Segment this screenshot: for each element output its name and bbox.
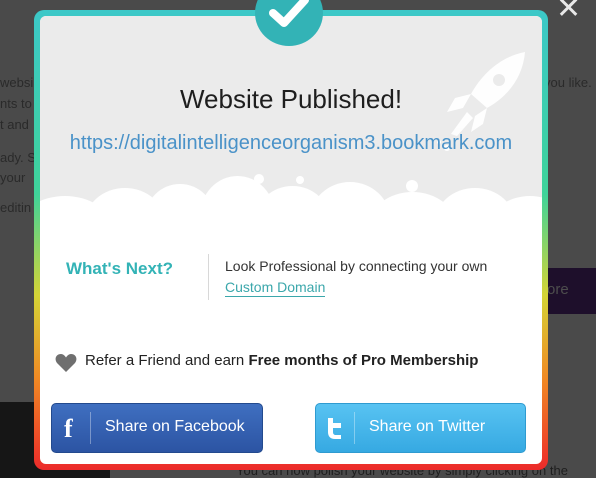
background-text: nts to (0, 96, 32, 111)
background-text: t and (0, 117, 29, 132)
refer-highlight: Free months of Pro Membership (248, 352, 479, 369)
share-facebook-label: Share on Facebook (105, 418, 245, 435)
modal-title: Website Published! (179, 84, 403, 114)
button-separator (90, 412, 91, 444)
facebook-icon: f (64, 414, 73, 443)
divider (208, 254, 209, 300)
check-icon (269, 0, 309, 27)
heart-icon (55, 354, 77, 372)
twitter-icon (316, 404, 354, 452)
custom-domain-link[interactable]: Custom Domain (225, 279, 326, 297)
publish-modal: Website Published! https://digitalintell… (40, 16, 542, 464)
whats-next-heading: What's Next? (66, 259, 173, 278)
cloud (296, 176, 304, 184)
published-url[interactable]: https://digitalintelligenceorganism3.boo… (56, 129, 526, 158)
background-button: ore (545, 268, 596, 314)
share-twitter-button[interactable]: Share on Twitter (315, 403, 526, 453)
background-text: ady. S (0, 150, 36, 165)
cloud (254, 174, 264, 184)
background-button-label: ore (547, 281, 569, 298)
background-text: you like. (544, 75, 592, 90)
share-facebook-button[interactable]: f Share on Facebook (51, 403, 263, 453)
close-icon[interactable]: ✕ (556, 0, 581, 24)
background-text: your (0, 170, 26, 185)
refer-prefix: Refer a Friend and earn (85, 352, 249, 369)
refer-friend-text: Refer a Friend and earn Free months of P… (85, 352, 478, 369)
button-separator (354, 412, 355, 444)
modal-header-area (40, 16, 542, 258)
background-text: websi (0, 75, 34, 90)
next-step-text: Look Professional by connecting your own (225, 258, 488, 274)
background-text: editin (0, 200, 32, 215)
cloud (406, 180, 418, 192)
share-twitter-label: Share on Twitter (369, 418, 486, 435)
